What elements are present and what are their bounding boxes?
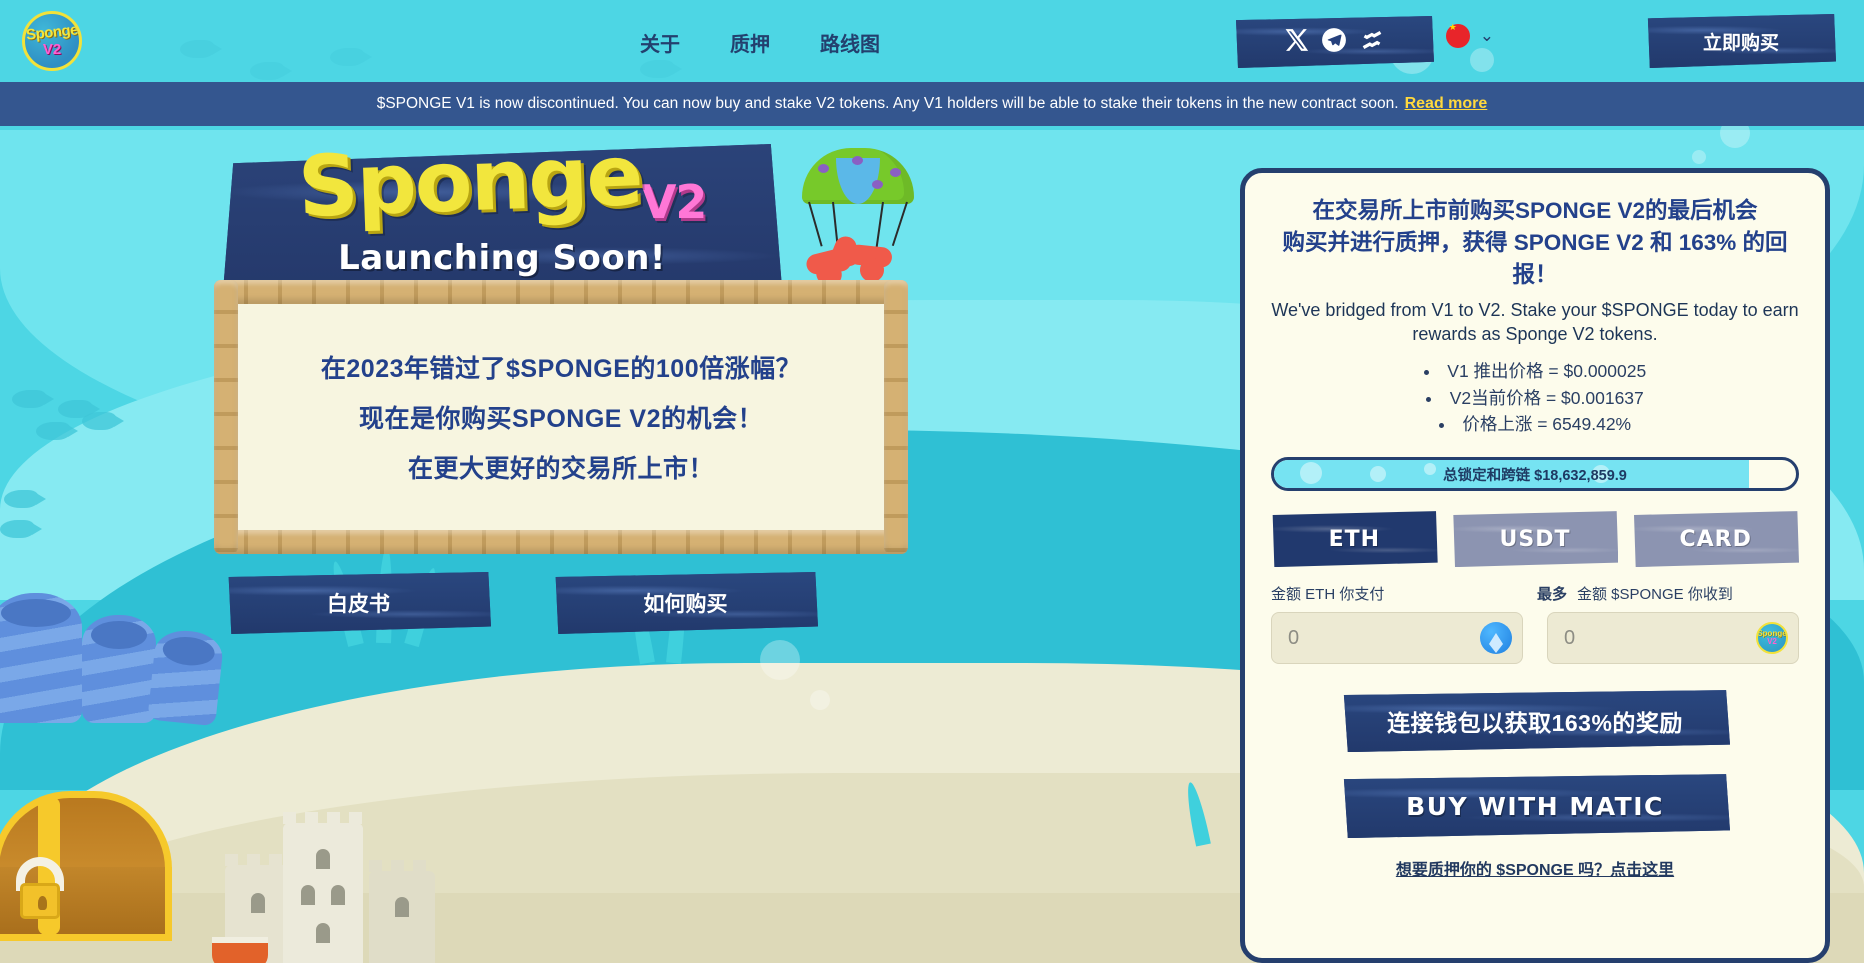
buy-with-matic-button[interactable]: BUY WITH MATIC (1343, 774, 1730, 839)
hero-subtitle: Launching Soon! (338, 238, 666, 278)
buy-widget-panel: 在交易所上市前购买SPONGE V2的最后机会 购买并进行质押，获得 SPONG… (1240, 168, 1830, 963)
logo-text-top: Sponge (25, 21, 79, 44)
price-bullet-list: V1 推出价格 = $0.000025 V2当前价格 = $0.001637 价… (1271, 358, 1799, 437)
sponge-v2-icon: Sponge V2 (1756, 622, 1788, 655)
amount-field-labels: 金额 ETH 你支付 最多 金额 $SPONGE 你收到 (1271, 583, 1799, 604)
how-to-buy-label: 如何购买 (643, 593, 728, 616)
receive-amount-field[interactable]: 0 Sponge V2 (1547, 612, 1799, 665)
sponge-icon-text-bottom: V2 (1767, 637, 1777, 647)
stake-link[interactable]: 想要质押你的 $SPONGE 吗？点击这里 (1396, 862, 1674, 879)
buy-now-button[interactable]: 立即购买 (1647, 14, 1836, 68)
top-navigation-bar: Sponge V2 关于 质押 路线图 ⌄ 立即购买 (0, 0, 1864, 82)
hero-sign-text: 在2023年错过了$SPONGE的100倍涨幅？ 现在是你购买SPONGE V2… (226, 292, 896, 542)
list-item: V1 推出价格 = $0.000025 (1271, 358, 1799, 384)
language-selector[interactable]: ⌄ (1445, 22, 1494, 48)
x-twitter-icon[interactable] (1283, 27, 1309, 58)
nav-link-roadmap[interactable]: 路线图 (820, 28, 880, 57)
pay-amount-field[interactable]: 0 (1271, 612, 1523, 665)
list-item: 价格上涨 = 6549.42% (1271, 411, 1799, 437)
parachuting-starfish-icon (798, 148, 918, 292)
tab-usdt[interactable]: USDT (1453, 511, 1619, 568)
coinmarketcap-icon[interactable] (1359, 27, 1385, 58)
hero-sign-line-3: 在更大更好的交易所上市！ (407, 455, 714, 483)
hero-sign-line-1: 在2023年错过了$SPONGE的100倍涨幅？ (320, 355, 802, 383)
social-links-plank (1236, 16, 1434, 68)
panel-heading-line-2: 购买并进行质押，获得 SPONGE V2 和 163% 的回报！ (1282, 229, 1788, 287)
hero-title-version: V2 (640, 175, 708, 229)
amount-fields: 0 0 Sponge V2 (1271, 612, 1799, 665)
hero-bamboo-sign: 在2023年错过了$SPONGE的100倍涨幅？ 现在是你购买SPONGE V2… (214, 280, 908, 554)
eth-icon (1480, 622, 1512, 655)
hero-section: SpongeV2 Launching Soon! 在2023年错过了$SPONG… (0, 126, 1000, 963)
buy-with-matic-label: BUY WITH MATIC (1406, 791, 1664, 821)
announcement-text: $SPONGE V1 is now discontinued. You can … (376, 95, 1399, 112)
total-raised-progress-bar: 总锁定和跨链 $18,632,859.9 (1271, 457, 1799, 492)
hero-title: SpongeV2 (222, 126, 782, 236)
whitepaper-label: 白皮书 (327, 593, 390, 616)
pay-amount-label: 金额 ETH 你支付 (1271, 586, 1385, 604)
chevron-down-icon: ⌄ (1479, 26, 1494, 45)
list-item: V2当前价格 = $0.001637 (1271, 385, 1799, 411)
tab-eth-label: ETH (1328, 526, 1381, 552)
stake-link-wrap: 想要质押你的 $SPONGE 吗？点击这里 (1271, 856, 1799, 880)
telegram-icon[interactable] (1321, 27, 1347, 58)
tab-eth[interactable]: ETH (1272, 511, 1438, 568)
read-more-link[interactable]: Read more (1405, 95, 1488, 113)
connect-wallet-button[interactable]: 连接钱包以获取163%的奖励 (1343, 690, 1730, 753)
hero-buttons: 白皮书 如何购买 (226, 572, 896, 634)
whitepaper-button[interactable]: 白皮书 (228, 572, 491, 634)
logo-text-bottom: V2 (42, 41, 62, 58)
panel-heading-line-1: 在交易所上市前购买SPONGE V2的最后机会 (1312, 198, 1758, 223)
flag-cn-icon (1445, 22, 1470, 48)
how-to-buy-button[interactable]: 如何购买 (555, 572, 818, 634)
tab-usdt-label: USDT (1499, 526, 1571, 552)
announcement-bar: $SPONGE V1 is now discontinued. You can … (0, 82, 1864, 126)
buy-now-label: 立即购买 (1702, 32, 1779, 54)
payment-method-tabs: ETH USDT CARD (1271, 511, 1800, 568)
nav-link-about[interactable]: 关于 (640, 28, 680, 57)
bubble-icon (1692, 150, 1706, 164)
hero-title-word: Sponge (295, 126, 643, 236)
site-logo[interactable]: Sponge V2 (22, 11, 82, 71)
max-button[interactable]: 最多 (1507, 583, 1577, 604)
panel-subtext: We've bridged from V1 to V2. Stake your … (1271, 299, 1799, 344)
tab-card-label: CARD (1679, 526, 1752, 552)
hero-sign-line-2: 现在是你购买SPONGE V2的机会！ (359, 405, 763, 433)
receive-amount-value: 0 (1564, 626, 1576, 649)
pay-amount-value: 0 (1288, 626, 1300, 649)
tab-card[interactable]: CARD (1634, 511, 1800, 568)
receive-amount-label: 金额 $SPONGE 你收到 (1577, 586, 1733, 604)
nav-link-staking[interactable]: 质押 (730, 28, 770, 57)
progress-label: 总锁定和跨链 $18,632,859.9 (1443, 467, 1627, 484)
nav-links: 关于 质押 路线图 (640, 28, 880, 57)
connect-wallet-label: 连接钱包以获取163%的奖励 (1387, 710, 1683, 737)
